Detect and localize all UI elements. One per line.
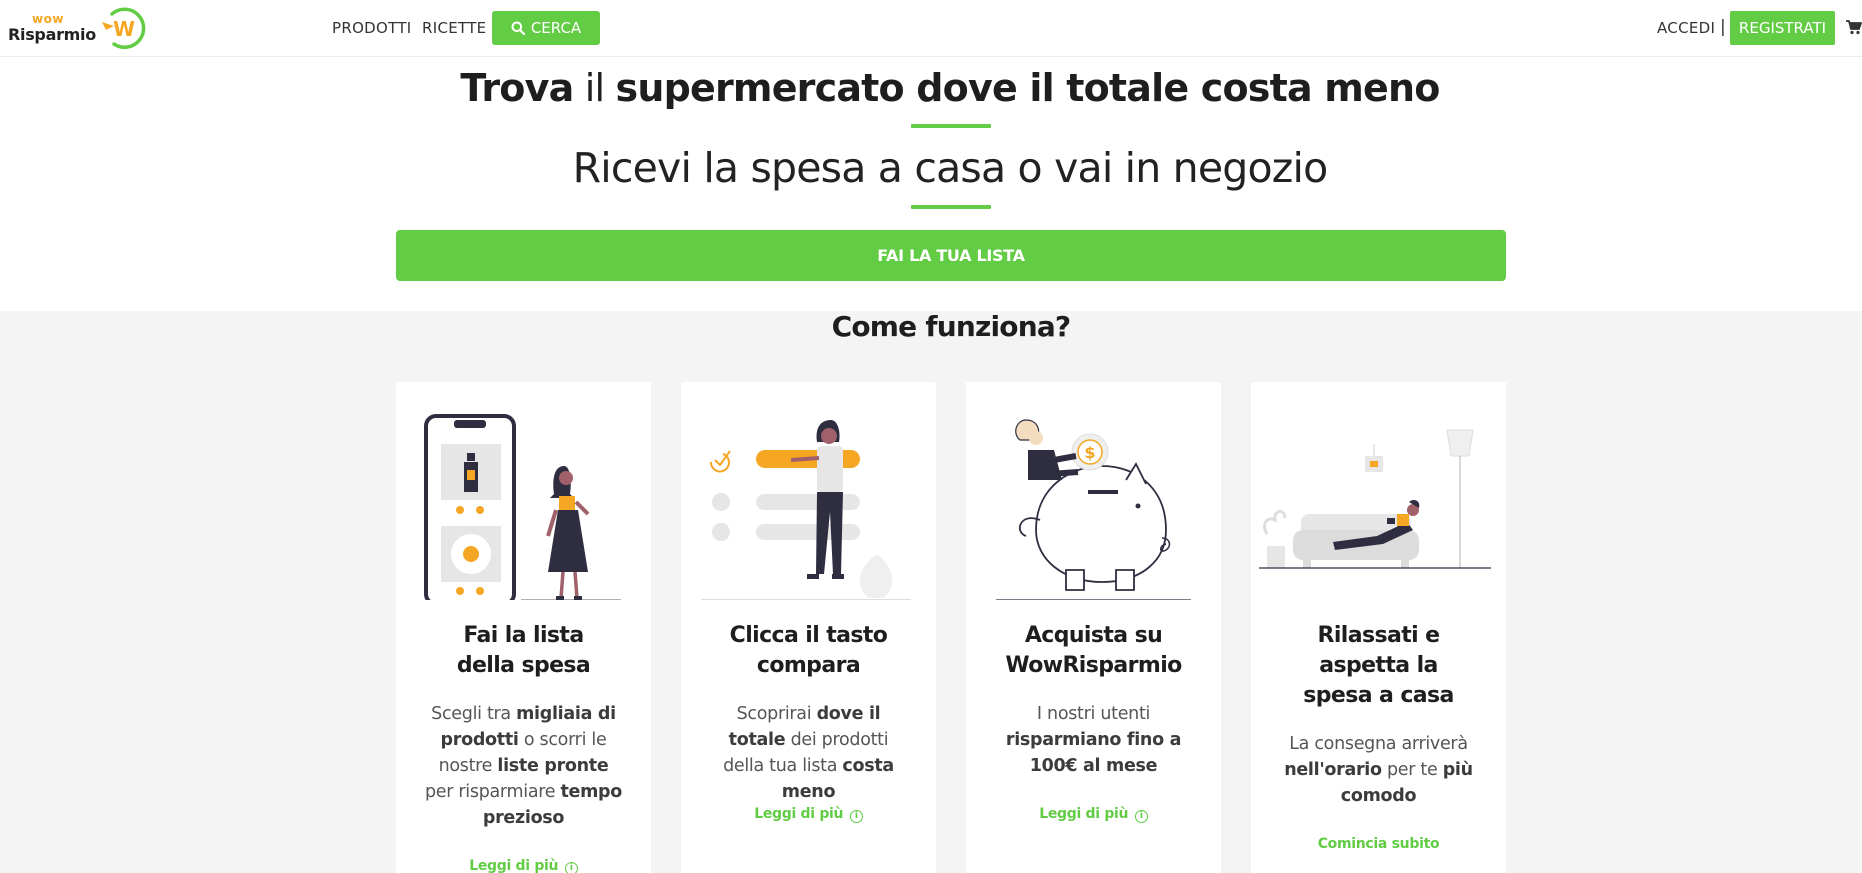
step-description-text-1: La consegna arriverà: [1289, 734, 1468, 754]
nav-separator: |: [1720, 17, 1726, 37]
step-description: La consegna arriverà nell'orario per te …: [1251, 731, 1506, 809]
logo-wow-text: wow: [32, 12, 64, 26]
step-description: Scoprirai dove il totale dei prodotti de…: [681, 701, 936, 805]
step-card-relax: Rilassati e aspetta la spesa a casa La con…: [1251, 382, 1506, 873]
info-icon: i: [564, 862, 578, 873]
step-title-line-2: WowRisparmio: [1005, 653, 1182, 678]
read-more-link[interactable]: Leggi di più i: [681, 806, 936, 823]
step-title-line-2: della spesa: [456, 653, 591, 678]
search-button[interactable]: CERCA: [492, 11, 600, 45]
read-more-link[interactable]: Leggi di più i: [396, 858, 651, 873]
register-button[interactable]: REGISTRATI: [1730, 11, 1835, 45]
info-icon: i: [1134, 810, 1148, 823]
read-more-link[interactable]: Leggi di più i: [966, 806, 1221, 823]
step-title: Rilassati e aspetta la spesa a casa: [1251, 621, 1506, 711]
hero-subtitle: Ricevi la spesa a casa o vai in negozio: [572, 144, 1329, 192]
step-description-bold-2: liste pronte: [497, 756, 609, 776]
step-title: Fai la lista della spesa: [396, 621, 651, 681]
nav-ricette-link[interactable]: RICETTE: [422, 19, 486, 37]
step-description-bold-1: nell'orario: [1284, 760, 1382, 780]
info-icon: i: [849, 810, 863, 823]
step-card-list: Fai la lista della spesa Scegli tra migli…: [396, 382, 651, 873]
start-now-link[interactable]: Comincia subito: [1251, 836, 1506, 852]
top-navbar: wow Risparmio W PRODOTTI RICETTE CERCA A…: [0, 0, 1862, 57]
shopping-list-phone-illustration: [424, 414, 621, 600]
hero-title-part-1: Trova: [460, 66, 574, 110]
read-more-link-label: Leggi di più: [469, 858, 559, 873]
step-description-text-1: Scoprirai: [736, 704, 817, 724]
make-list-button[interactable]: FAI LA TUA LISTA: [396, 230, 1506, 281]
step-title-line-1: Clicca il tasto: [729, 623, 888, 648]
step-card-buy: $ Acquista su WowRisparmio I nostri utent…: [966, 382, 1221, 873]
search-button-label: CERCA: [530, 19, 582, 37]
hero-title-part-3: supermercato dove il totale costa meno: [615, 66, 1441, 110]
compare-button-illustration: [701, 420, 911, 600]
relax-on-sofa-illustration: [1259, 429, 1491, 569]
step-card-compare: Clicca il tasto compara Scoprirai dove il…: [681, 382, 936, 873]
step-description-text-1: I nostri utenti: [1036, 704, 1151, 724]
step-title-line-3: spesa a casa: [1303, 683, 1454, 708]
site-logo[interactable]: wow Risparmio W: [8, 4, 146, 52]
cart-icon[interactable]: [1846, 19, 1862, 35]
step-description-bold-1: risparmiano fino a 100€ al mese: [1005, 730, 1182, 776]
step-description-text-3: per risparmiare: [424, 782, 561, 802]
logo-w-icon: W: [102, 7, 146, 49]
step-description: Scegli tra migliaia di prodotti o scorri…: [396, 701, 651, 831]
search-icon: [511, 21, 525, 35]
step-title-line-2: aspetta la: [1319, 653, 1438, 678]
read-more-link-label: Leggi di più: [1039, 806, 1129, 822]
step-title-line-1: Rilassati e: [1317, 623, 1441, 648]
step-title-line-1: Acquista su: [1024, 623, 1163, 648]
hero-title: Trova il supermercato dove il totale cos…: [0, 66, 1862, 110]
step-title-line-1: Fai la lista: [463, 623, 584, 648]
subtitle-underline: [911, 205, 991, 209]
svg-text:W: W: [113, 17, 135, 41]
step-description: I nostri utenti risparmiano fino a 100€ …: [966, 701, 1221, 779]
login-link[interactable]: ACCEDI: [1657, 19, 1715, 37]
step-description-text-1: Scegli tra: [431, 704, 517, 724]
title-underline: [911, 124, 991, 128]
step-title-line-2: compara: [756, 653, 861, 678]
step-description-text-2: per te: [1381, 760, 1443, 780]
svg-text:$: $: [1084, 443, 1095, 462]
read-more-link-label: Leggi di più: [754, 806, 844, 822]
step-title: Clicca il tasto compara: [681, 621, 936, 681]
piggy-bank-illustration: $: [996, 419, 1191, 600]
how-it-works-title: Come funziona?: [831, 310, 1072, 343]
step-title: Acquista su WowRisparmio: [966, 621, 1221, 681]
logo-risparmio-text: Risparmio: [8, 25, 96, 44]
hero-title-part-2: il: [573, 66, 616, 110]
nav-prodotti-link[interactable]: PRODOTTI: [332, 19, 412, 37]
